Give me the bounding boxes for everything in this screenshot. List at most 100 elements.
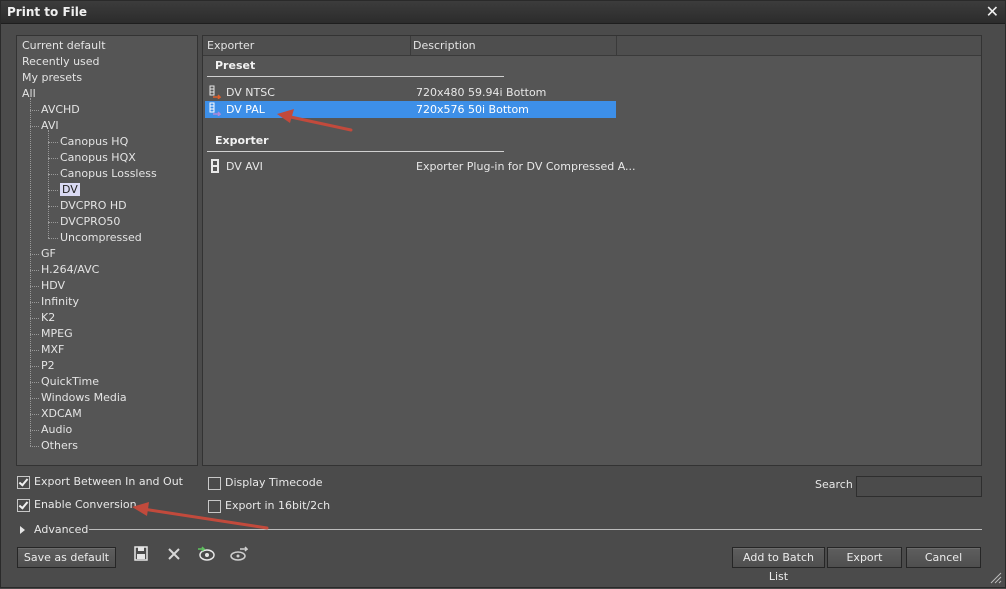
tree-item-dv[interactable]: DV	[60, 182, 80, 197]
checkbox-label: Export Between In and Out	[34, 475, 183, 488]
tree-connector	[30, 302, 39, 303]
tree-item-all[interactable]: All	[22, 86, 36, 101]
export-button[interactable]: Export	[827, 547, 902, 568]
resize-grip-icon[interactable]	[990, 572, 1002, 584]
tree-item-label: H.264/AVC	[41, 263, 100, 276]
tree-item-label: My presets	[22, 71, 83, 84]
group-header-preset: Preset	[215, 59, 256, 72]
tree-item-quicktime[interactable]: QuickTime	[41, 374, 99, 389]
tree-item-label: Windows Media	[41, 391, 127, 404]
tree-item-label: Canopus HQ	[60, 135, 129, 148]
tree-item-label: MXF	[41, 343, 65, 356]
tree-connector	[30, 318, 39, 319]
tree-item-infinity[interactable]: Infinity	[41, 294, 79, 309]
exporter-name: DV AVI	[226, 160, 263, 173]
tree-item-label: Infinity	[41, 295, 79, 308]
save-as-default-button[interactable]: Save as default	[17, 547, 116, 568]
tree-item-recently-used[interactable]: Recently used	[22, 54, 100, 69]
tree-item-label: GF	[41, 247, 56, 260]
group-divider	[207, 151, 504, 152]
tree-item-label: DV	[60, 183, 80, 196]
add-to-batch-list-button[interactable]: Add to Batch List	[732, 547, 825, 583]
column-separator[interactable]	[410, 36, 411, 55]
tree-item-dvcpro-hd[interactable]: DVCPRO HD	[60, 198, 127, 213]
delete-icon[interactable]	[166, 546, 182, 562]
tree-item-avchd[interactable]: AVCHD	[41, 102, 80, 117]
tree-connector	[30, 286, 39, 287]
tree-item-xdcam[interactable]: XDCAM	[41, 406, 82, 421]
exporter-description: 720x576 50i Bottom	[416, 103, 529, 116]
tree-item-mxf[interactable]: MXF	[41, 342, 64, 357]
list-item-dv-pal[interactable]: DV PAL 720x576 50i Bottom	[205, 101, 616, 118]
checkbox-box[interactable]	[17, 476, 30, 489]
tree-item-canopus-hq[interactable]: Canopus HQ	[60, 134, 128, 149]
search-input[interactable]	[856, 476, 982, 497]
advanced-divider	[89, 529, 982, 530]
exporter-list[interactable]: Exporter Description Preset DV NTSC 720x…	[202, 35, 982, 466]
tree-item-label: P2	[41, 359, 55, 372]
tree-item-label: MPEG	[41, 327, 73, 340]
film-strip-icon	[211, 159, 219, 173]
tree-item-canopus-lossless[interactable]: Canopus Lossless	[60, 166, 157, 181]
tree-item-k2[interactable]: K2	[41, 310, 55, 325]
tree-item-hdv[interactable]: HDV	[41, 278, 65, 293]
search-label: Search	[815, 478, 853, 491]
list-item-dv-avi[interactable]: DV AVI Exporter Plug-in for DV Compresse…	[205, 158, 636, 175]
tree-connector	[48, 206, 58, 207]
tree-item-label: K2	[41, 311, 56, 324]
print-to-file-dialog: Print to File ✕ Current default Recently …	[0, 0, 1006, 588]
tree-connector	[48, 130, 49, 238]
tree-item-dvcpro50[interactable]: DVCPRO50	[60, 214, 120, 229]
tree-item-current-default[interactable]: Current default	[22, 38, 106, 53]
column-header-exporter[interactable]: Exporter	[207, 39, 254, 52]
export-preset-icon[interactable]	[230, 546, 248, 562]
tree-item-label: Uncompressed	[60, 231, 142, 244]
tree-item-label: XDCAM	[41, 407, 82, 420]
tree-connector	[48, 142, 58, 143]
tree-connector	[30, 254, 39, 255]
tree-item-label: Recently used	[22, 55, 100, 68]
advanced-label: Advanced	[34, 523, 89, 536]
save-icon[interactable]	[133, 546, 149, 562]
tree-item-audio[interactable]: Audio	[41, 422, 72, 437]
checkbox-box[interactable]	[208, 477, 221, 490]
tree-connector	[30, 350, 39, 351]
tree-connector	[48, 238, 58, 239]
tree-item-h-264-avc[interactable]: H.264/AVC	[41, 262, 99, 277]
tree-item-p2[interactable]: P2	[41, 358, 55, 373]
list-item-dv-ntsc[interactable]: DV NTSC 720x480 59.94i Bottom	[205, 84, 616, 101]
cancel-button[interactable]: Cancel	[906, 547, 981, 568]
tree-item-windows-media[interactable]: Windows Media	[41, 390, 127, 405]
column-header-description[interactable]: Description	[413, 39, 476, 52]
tree-item-label: QuickTime	[41, 375, 100, 388]
tree-item-my-presets[interactable]: My presets	[22, 70, 82, 85]
tree-connector	[30, 126, 39, 127]
exporter-description: Exporter Plug-in for DV Compressed A...	[416, 160, 636, 173]
tree-connector	[48, 190, 58, 191]
tree-item-canopus-hqx[interactable]: Canopus HQX	[60, 150, 136, 165]
tree-item-others[interactable]: Others	[41, 438, 78, 453]
tree-item-gf[interactable]: GF	[41, 246, 56, 261]
close-icon[interactable]: ✕	[986, 2, 999, 21]
exporter-description: 720x480 59.94i Bottom	[416, 86, 547, 99]
tree-connector	[30, 270, 39, 271]
tree-connector	[48, 222, 58, 223]
tree-item-avi[interactable]: AVI	[41, 118, 59, 133]
tree-item-label: Audio	[41, 423, 73, 436]
tree-item-mpeg[interactable]: MPEG	[41, 326, 73, 341]
tree-connector	[30, 366, 39, 367]
list-header: Exporter Description	[203, 36, 981, 56]
import-preset-icon[interactable]	[197, 546, 215, 562]
tree-item-label: DVCPRO50	[60, 215, 121, 228]
triangle-right-icon[interactable]	[20, 526, 25, 534]
column-separator[interactable]	[616, 36, 617, 55]
tree-item-label: Canopus Lossless	[60, 167, 157, 180]
tree-connector	[48, 158, 58, 159]
preset-icon	[209, 102, 221, 116]
tree-item-label: Current default	[22, 39, 106, 52]
tree-item-label: Canopus HQX	[60, 151, 136, 164]
category-tree[interactable]: Current default Recently used My presets Al…	[16, 35, 198, 466]
checkbox-box[interactable]	[17, 499, 30, 512]
tree-item-uncompressed[interactable]: Uncompressed	[60, 230, 142, 245]
checkbox-box[interactable]	[208, 500, 221, 513]
